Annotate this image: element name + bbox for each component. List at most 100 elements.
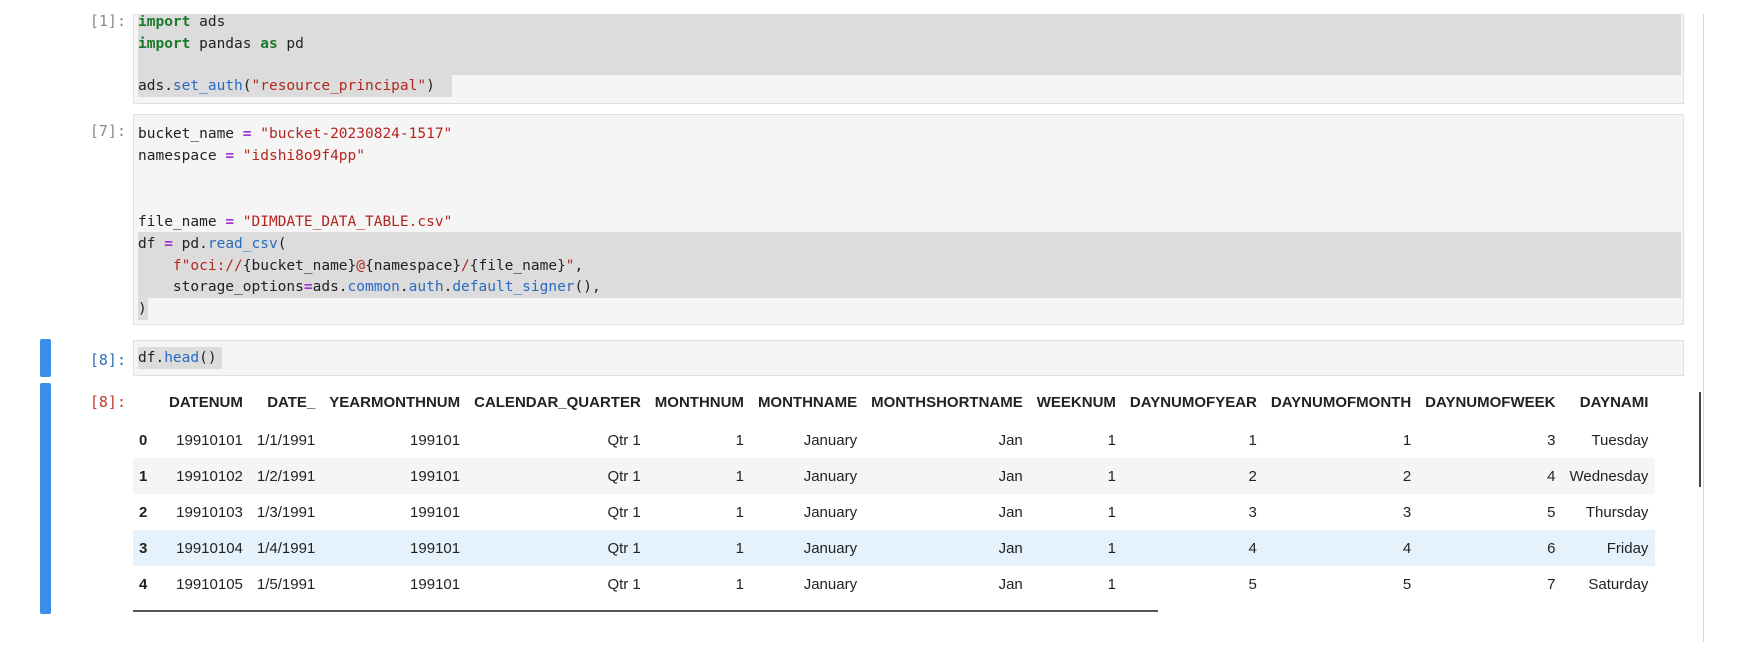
code-token: "DIMDATE_DATA_TABLE.csv" — [242, 214, 453, 230]
table-cell: 5 — [1248, 575, 1257, 593]
code-token: df. — [138, 350, 165, 366]
notebook-page: [1]: import ads import pandas as pd ads.… — [0, 0, 1742, 658]
table-row: 0 19910101 1/1/1991 199101 Qtr 1 1 January Jan 1… — [133, 422, 1655, 458]
code-line: bucket_name = "bucket-20230824-1517" — [138, 123, 452, 145]
code-token: / — [461, 258, 470, 274]
table-cell: Qtr 1 — [607, 575, 641, 593]
code-token: ) — [138, 301, 147, 317]
dataframe-table: DATENUM DATE_ YEARMONTHNUM CALENDAR_QUARTER… — [133, 382, 1656, 602]
table-cell: 19910103 — [176, 503, 243, 521]
code-token: = — [164, 236, 173, 252]
table-cell: 1 — [1248, 431, 1257, 449]
table-cell: 19910104 — [162, 530, 250, 566]
table-cell: 1/3/1991 — [256, 503, 316, 521]
code-token: = — [242, 126, 252, 142]
code-token: df — [138, 236, 165, 252]
table-cell: 19910105 — [176, 575, 243, 593]
code-token: = — [225, 214, 235, 230]
code-line: ads.set_auth("resource_principal") — [138, 75, 435, 97]
table-cell: 1 — [647, 458, 751, 494]
code-token: head — [164, 350, 200, 366]
code-line: import pandas as pd — [138, 33, 304, 55]
dataframe-output[interactable]: DATENUM DATE_ YEARMONTHNUM CALENDAR_QUARTER… — [133, 382, 1684, 614]
table-cell: Friday — [1562, 530, 1656, 566]
code-token: set_auth — [172, 78, 243, 94]
table-cell: 1/4/1991 — [249, 530, 323, 566]
table-cell: 6 — [1418, 530, 1563, 566]
table-cell: 5 — [1402, 575, 1412, 593]
table-cell: Qtr 1 — [607, 431, 641, 449]
cell-7-prompt: [7]: — [89, 122, 126, 140]
table-cell: 1 — [735, 575, 744, 593]
row-index: 0 — [139, 431, 148, 449]
table-cell: Qtr 1 — [467, 458, 648, 494]
code-token: , — [574, 258, 584, 274]
table-cell: Qtr 1 — [467, 530, 648, 566]
code-cell-1[interactable]: import ads import pandas as pd ads.set_a… — [133, 14, 1684, 104]
table-row: 1 19910102 1/2/1991 199101 Qtr 1 1 January Jan 1… — [133, 458, 1656, 494]
table-row: 3 19910104 1/4/1991 199101 Qtr 1 1 January Jan 1… — [133, 530, 1656, 566]
table-cell: January — [803, 503, 858, 521]
table-cell: Jan — [864, 458, 1030, 494]
column-header: DAYNUMOFWEEK — [1425, 393, 1556, 411]
table-cell: 1 — [1107, 575, 1116, 593]
code-token: read_csv — [207, 236, 278, 252]
code-token: "bucket-20230824-1517" — [260, 126, 453, 142]
active-output-indicator[interactable] — [40, 383, 51, 614]
table-cell: 3 — [1248, 503, 1257, 521]
table-cell: Jan — [864, 530, 1030, 566]
table-cell: Qtr 1 — [607, 503, 641, 521]
table-cell: 1 — [647, 530, 751, 566]
table-cell: 199101 — [410, 575, 461, 593]
code-token: () — [199, 350, 217, 366]
row-index: 1 — [133, 458, 162, 494]
active-cell-indicator[interactable] — [40, 339, 51, 377]
code-cell-8[interactable]: df.head() — [133, 340, 1684, 376]
table-cell: Thursday — [1585, 503, 1649, 521]
code-token: bucket_name — [138, 126, 243, 142]
table-cell: Jan — [998, 575, 1023, 593]
code-token: ads. — [138, 78, 173, 94]
row-index: 2 — [139, 503, 148, 521]
code-token: = — [303, 279, 313, 295]
horizontal-scrollbar[interactable] — [133, 610, 1158, 612]
code-token: ads — [190, 14, 226, 30]
code-token: ( — [277, 236, 287, 252]
table-cell: 1/2/1991 — [249, 458, 323, 494]
column-header: DATE_ — [267, 393, 316, 411]
code-token: "resource_principal" — [251, 78, 427, 94]
table-cell: 1/5/1991 — [256, 575, 316, 593]
column-header: DAYNUMOFMONTH — [1270, 393, 1412, 411]
code-token: . — [399, 279, 409, 295]
code-token: pd — [277, 36, 304, 52]
table-cell: 199101 — [410, 431, 461, 449]
code-line: ) — [138, 298, 147, 320]
table-cell: 1 — [1107, 431, 1116, 449]
code-token: {namespace} — [365, 258, 462, 274]
table-cell: Wednesday — [1562, 458, 1656, 494]
code-token: import — [138, 36, 191, 52]
column-header: DAYNAMI — [1579, 393, 1649, 411]
table-cell: January — [750, 530, 865, 566]
code-token: {bucket_name} — [242, 258, 357, 274]
table-cell: 1 — [1107, 503, 1116, 521]
code-cell-7[interactable]: bucket_name = "bucket-20230824-1517" nam… — [133, 114, 1684, 325]
output-8-prompt: [8]: — [89, 393, 126, 411]
code-token: storage_options — [138, 279, 304, 295]
code-token: ads. — [312, 279, 348, 295]
code-line: import ads — [138, 14, 226, 33]
column-header: CALENDAR_QUARTER — [474, 393, 641, 411]
code-line: f"oci://{bucket_name}@{namespace}/{file_… — [138, 255, 583, 277]
column-header: MONTHNUM — [654, 393, 744, 411]
table-cell: 4 — [1122, 530, 1264, 566]
table-cell: 199101 — [322, 458, 468, 494]
index-header — [133, 382, 162, 422]
vertical-scrollbar[interactable] — [1699, 392, 1701, 487]
code-token: @ — [356, 258, 365, 274]
code-token: " — [565, 258, 575, 274]
table-cell: Jan — [998, 503, 1023, 521]
column-header: MONTHSHORTNAME — [871, 393, 1023, 411]
code-token: default_signer — [452, 279, 575, 295]
